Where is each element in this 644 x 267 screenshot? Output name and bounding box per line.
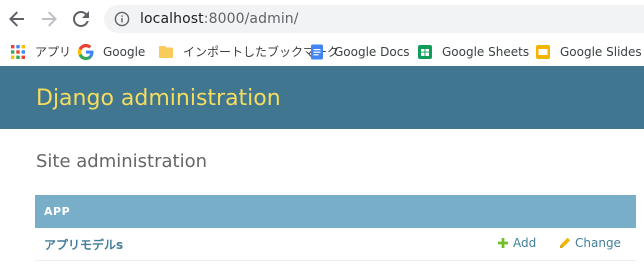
model-row: アプリモデルs Add Change <box>35 228 636 261</box>
reload-icon[interactable] <box>69 7 93 31</box>
back-arrow-icon[interactable] <box>5 7 29 31</box>
forward-arrow-icon[interactable] <box>37 7 61 31</box>
url-text[interactable]: localhost:8000/admin/ <box>140 10 299 28</box>
bookmark-google[interactable]: Google <box>77 40 146 64</box>
url-path: :8000/admin/ <box>203 11 299 27</box>
browser-toolbar: localhost:8000/admin/ <box>0 0 644 38</box>
site-name-link[interactable]: Django administration <box>36 86 281 112</box>
address-bar[interactable]: localhost:8000/admin/ <box>104 5 644 33</box>
bookmark-label: アプリ <box>35 45 72 59</box>
add-label: Add <box>513 236 537 250</box>
bookmark-label: Google Sheets <box>442 45 530 59</box>
bookmark-google-docs[interactable]: Google Docs <box>309 40 410 64</box>
bookmark-google-sheets[interactable]: Google Sheets <box>417 40 529 64</box>
apps-grid-icon <box>10 44 26 60</box>
google-slides-icon <box>535 44 551 60</box>
info-icon[interactable] <box>114 11 130 27</box>
bookmark-label: Google <box>103 45 146 59</box>
bookmarks-bar: アプリ Google インポートしたブックマーク Google Docs Goo… <box>0 38 644 66</box>
page-title: Site administration <box>36 151 208 172</box>
bookmark-label: Google Slides <box>560 45 642 59</box>
google-docs-icon <box>309 44 325 60</box>
model-link[interactable]: アプリモデルs <box>44 236 123 253</box>
app-module: APP アプリモデルs Add Change <box>35 195 636 261</box>
add-link[interactable]: Add <box>497 236 536 250</box>
google-sheets-icon <box>417 44 433 60</box>
folder-icon <box>158 44 174 60</box>
module-caption: APP <box>35 195 636 228</box>
django-header: Django administration <box>0 66 644 129</box>
url-host: localhost <box>140 11 204 27</box>
change-link[interactable]: Change <box>559 236 621 250</box>
plus-icon <box>497 237 509 249</box>
pencil-icon <box>559 237 571 249</box>
bookmark-google-slides[interactable]: Google Slides <box>535 40 642 64</box>
bookmark-apps[interactable]: アプリ <box>10 40 71 64</box>
bookmark-label: Google Docs <box>334 45 410 59</box>
change-label: Change <box>575 236 621 250</box>
app-caption-link[interactable]: APP <box>44 205 70 218</box>
google-g-icon <box>77 43 94 61</box>
